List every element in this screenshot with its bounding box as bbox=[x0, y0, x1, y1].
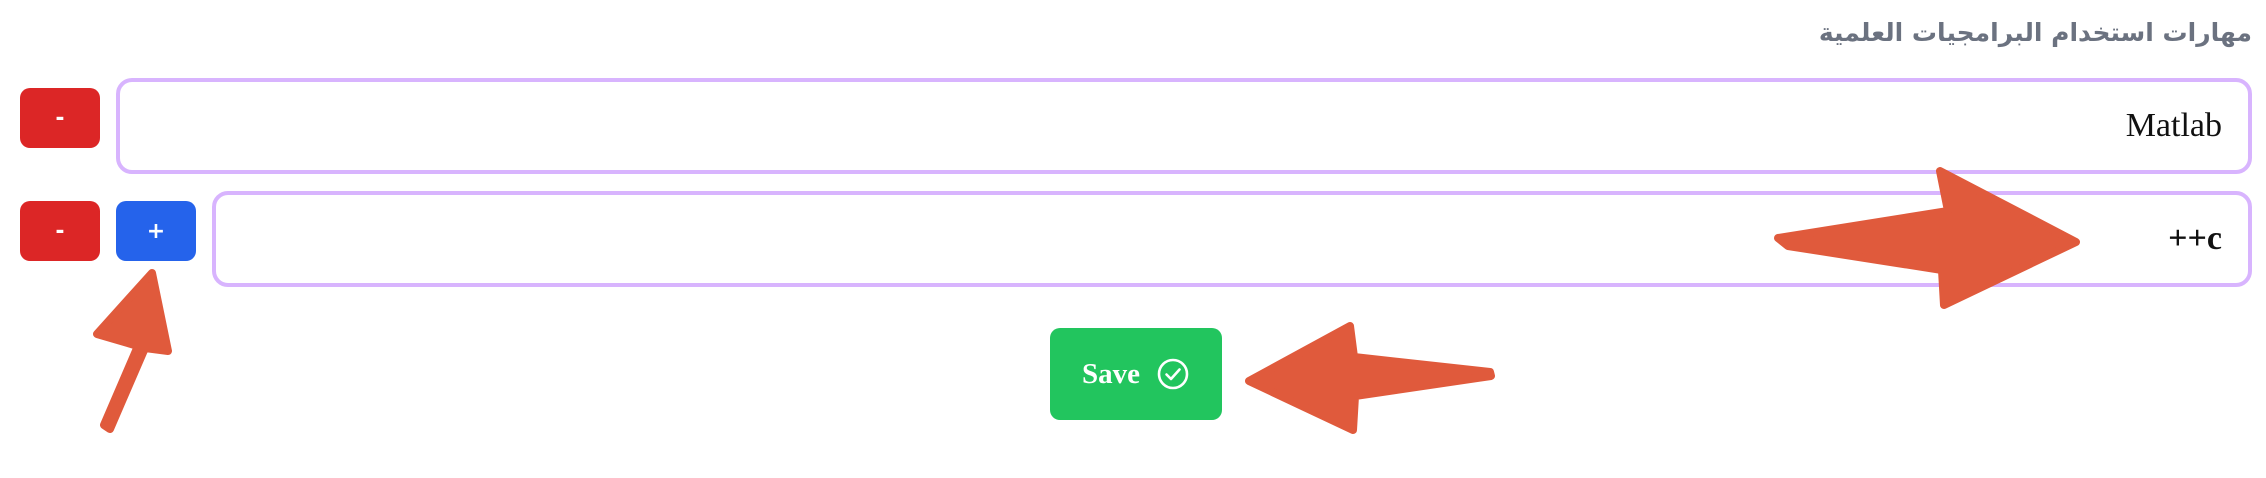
annotation-arrow-pointing-input bbox=[1774, 167, 2080, 309]
annotation-arrow-pointing-save-button bbox=[1245, 322, 1495, 434]
annotation-arrow-pointing-add-button bbox=[93, 269, 172, 433]
annotation-arrows bbox=[93, 167, 2080, 434]
